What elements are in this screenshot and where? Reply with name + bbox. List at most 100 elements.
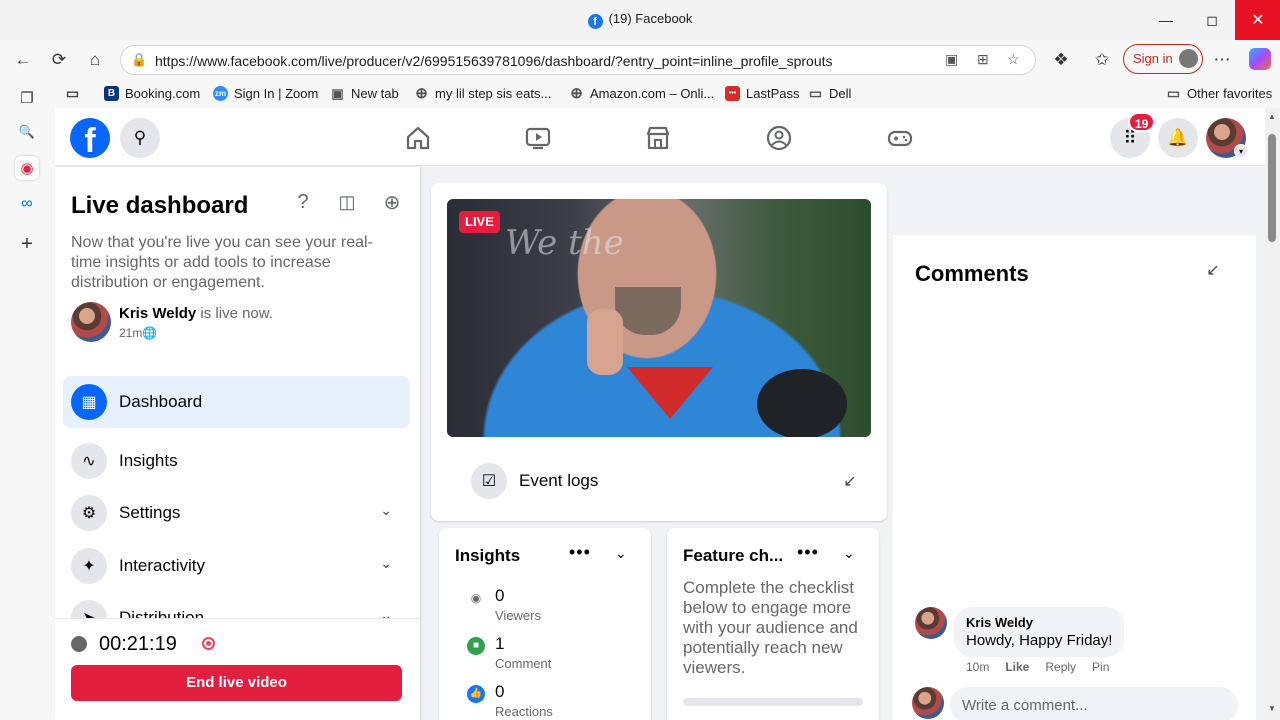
comments-panel: Comments ↙ Kris Weldy Howdy, Happy Frida… <box>893 235 1256 720</box>
dashboard-icon: ▦ <box>71 384 107 420</box>
streamer-avatar[interactable] <box>71 302 111 342</box>
facebook-logo-icon[interactable]: f <box>70 118 110 160</box>
gaming-tab-icon[interactable] <box>887 125 913 151</box>
chevron-down-icon[interactable]: ⌄ <box>843 545 855 562</box>
folder-icon: ▭ <box>1166 85 1181 101</box>
eye-icon: ◉ <box>470 591 482 605</box>
comments-title: Comments <box>915 261 1029 286</box>
comment-bubble: Kris Weldy Howdy, Happy Friday! <box>954 607 1125 657</box>
live-status-text: Kris Weldy is live now. <box>119 305 273 322</box>
zoom-icon: zm <box>213 86 228 101</box>
lock-icon[interactable]: 🔒 <box>131 52 147 68</box>
app-available-icon[interactable]: ⊞ <box>977 51 989 68</box>
recording-indicator-icon <box>202 637 215 650</box>
comment-author[interactable]: Kris Weldy <box>966 615 1112 630</box>
booking-icon: B <box>104 86 119 101</box>
scroll-up-icon[interactable]: ▲ <box>1268 112 1276 121</box>
sidebar-toggle-icon[interactable]: ◫ <box>336 191 358 213</box>
live-timer: 00:21:19 <box>99 633 177 655</box>
window-title: f (19) Facebook <box>0 11 1280 29</box>
scroll-down-icon[interactable]: ▼ <box>1268 704 1276 713</box>
sidebar-item-label: Settings <box>119 503 181 522</box>
chevron-down-icon[interactable]: ⌄ <box>615 545 627 562</box>
copilot-icon[interactable] <box>1249 48 1271 70</box>
live-video-preview[interactable]: We the LIVE <box>447 199 871 437</box>
comment-input[interactable] <box>950 687 1238 720</box>
bookmark-amazon[interactable]: ⊕ Amazon.com – Onli... <box>569 86 714 101</box>
commenter-avatar[interactable] <box>915 607 947 639</box>
end-live-video-button[interactable]: End live video <box>71 665 402 701</box>
tabs-icon[interactable]: ❐ <box>15 86 39 110</box>
search-icon[interactable]: 🔍 <box>15 120 39 144</box>
comment-like-button[interactable]: Like <box>1005 660 1029 674</box>
extensions-icon[interactable]: ❖ <box>1050 49 1072 71</box>
chevron-down-icon: ⌄ <box>380 502 392 518</box>
account-chevron-icon[interactable]: ▾ <box>1234 144 1248 158</box>
streamer-name[interactable]: Kris Weldy <box>119 305 196 322</box>
comment-actions: 10m Like Reply Pin <box>966 660 1125 674</box>
bookmark-dell[interactable]: ▭ Dell <box>808 86 852 102</box>
insights-card: Insights ••• ⌄ ◉ 0 Viewers ■ 1 Comment 👍… <box>439 528 651 720</box>
minimize-button[interactable]: — <box>1143 0 1189 40</box>
add-icon[interactable]: + <box>15 232 39 256</box>
collapse-icon[interactable]: ↙ <box>1202 259 1224 281</box>
meta-icon[interactable]: ∞ <box>15 192 39 216</box>
globe-icon: ⊕ <box>415 85 428 102</box>
favorite-star-icon[interactable]: ☆ <box>1007 51 1020 68</box>
more-options-icon[interactable]: ••• <box>797 542 819 563</box>
like-icon: 👍 <box>467 685 485 703</box>
live-video-card: We the LIVE ☑ Event logs ↙ <box>431 183 887 521</box>
sidebar-item-settings[interactable]: ⚙ Settings ⌄ <box>63 487 410 539</box>
comment-pin-button[interactable]: Pin <box>1092 660 1109 674</box>
add-circle-icon[interactable]: ⊕ <box>381 191 403 214</box>
sign-in-label: Sign in <box>1133 51 1173 66</box>
live-controls: 00:21:19 End live video <box>55 618 420 720</box>
sidebar-item-insights[interactable]: ∿ Insights <box>63 435 410 487</box>
sidebar-item-interactivity[interactable]: ✦ Interactivity ⌄ <box>63 540 410 592</box>
groups-tab-icon[interactable] <box>766 125 792 151</box>
event-logs-label[interactable]: Event logs <box>519 471 598 491</box>
back-icon[interactable]: ← <box>12 49 34 71</box>
video-subject-hand <box>587 309 623 375</box>
url-text[interactable]: https://www.facebook.com/live/producer/v… <box>155 53 833 69</box>
favorites-icon[interactable]: ✩ <box>1091 49 1113 71</box>
fb-search-icon[interactable]: ⚲ <box>120 118 160 158</box>
bookmark-globe-1[interactable]: ⊕ my lil step sis eats... <box>414 86 551 101</box>
close-window-button[interactable]: ✕ <box>1235 0 1280 40</box>
address-bar[interactable]: 🔒 https://www.facebook.com/live/producer… <box>120 45 1036 75</box>
bookmark-reading-list[interactable]: ▭ <box>65 86 86 101</box>
more-options-icon[interactable]: ⋯ <box>1211 49 1233 71</box>
home-tab-icon[interactable] <box>405 125 431 151</box>
comment-time[interactable]: 10m <box>966 660 989 674</box>
live-badge: LIVE <box>459 211 500 233</box>
home-icon[interactable]: ⌂ <box>84 49 106 71</box>
marketplace-tab-icon[interactable] <box>645 125 671 151</box>
page-scrollbar[interactable]: ▲ ▼ <box>1265 108 1280 720</box>
new-tab-icon: ▣ <box>331 86 344 101</box>
scroll-thumb[interactable] <box>1268 134 1276 242</box>
facebook-favicon-icon: f <box>587 14 603 29</box>
refresh-icon[interactable]: ⟳ <box>48 49 70 71</box>
bookmark-new-tab[interactable]: ▣ New tab <box>330 86 398 101</box>
live-dashboard-panel: Live dashboard ? ◫ ⊕ Now that you're liv… <box>55 167 420 720</box>
bookmark-zoom[interactable]: zm Sign In | Zoom <box>213 86 318 101</box>
feature-card-title: Feature ch... <box>683 546 784 565</box>
insights-card-title: Insights <box>455 546 521 565</box>
comment-reply-button[interactable]: Reply <box>1045 660 1076 674</box>
video-tab-icon[interactable] <box>525 125 551 151</box>
sidebar-item-dashboard[interactable]: ▦ Dashboard <box>63 376 410 428</box>
help-icon[interactable]: ? <box>292 191 314 213</box>
bookmark-lastpass[interactable]: ••• LastPass <box>725 86 799 101</box>
bookmark-other-favorites[interactable]: ▭ Other favorites <box>1166 85 1272 102</box>
camera-permission-icon[interactable]: ▣ <box>945 51 958 68</box>
sign-in-button[interactable]: Sign in <box>1123 44 1203 74</box>
event-logs-icon[interactable]: ☑ <box>471 463 507 499</box>
my-avatar <box>912 687 944 719</box>
notifications-bell-icon[interactable]: 🔔 <box>1158 118 1198 158</box>
bookmark-booking[interactable]: B Booking.com <box>104 86 200 101</box>
more-options-icon[interactable]: ••• <box>569 542 591 563</box>
collapse-icon[interactable]: ↙ <box>839 470 861 492</box>
maximize-button[interactable]: ◻ <box>1189 0 1235 40</box>
dashboard-description: Now that you're live you can see your re… <box>71 234 373 291</box>
record-icon[interactable]: ◉ <box>15 156 39 180</box>
